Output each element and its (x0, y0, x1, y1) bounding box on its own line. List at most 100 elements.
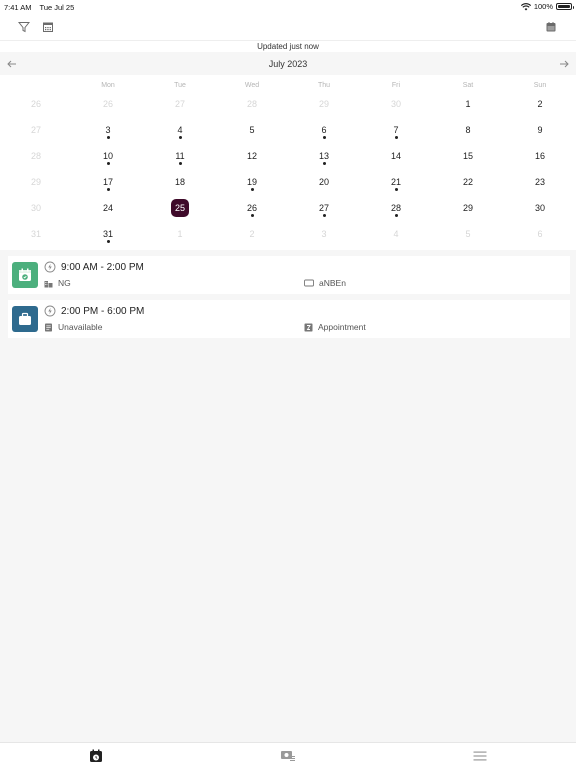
calendar-view-button[interactable] (39, 18, 57, 36)
day-number: 16 (534, 151, 545, 161)
week-row: 26 26 27 28 29 30 1 2 (0, 95, 576, 121)
empty-indicator (539, 188, 542, 191)
day-cell[interactable]: 2 (504, 95, 576, 121)
day-cell[interactable]: 11 (144, 147, 216, 173)
day-number: 13 (318, 151, 329, 161)
day-number: 5 (249, 125, 255, 135)
day-cell[interactable]: 5 (432, 225, 504, 251)
weekday-header: Mon Tue Wed Thu Fri Sat Sun (0, 75, 576, 95)
day-cell[interactable]: 8 (432, 121, 504, 147)
day-cell[interactable]: 4 (144, 121, 216, 147)
document-icon (45, 323, 52, 331)
day-cell[interactable]: 1 (432, 95, 504, 121)
event-indicator-dot (178, 162, 182, 165)
filter-button[interactable] (15, 18, 33, 36)
empty-indicator (179, 240, 182, 243)
day-cell[interactable]: 9 (504, 121, 576, 147)
day-cell[interactable]: 19 (216, 173, 288, 199)
calendar-icon (546, 22, 556, 32)
weekday-label: Sat (462, 81, 474, 89)
day-cell[interactable]: 30 (504, 199, 576, 225)
empty-indicator (107, 214, 110, 217)
day-cell[interactable]: 29 (432, 199, 504, 225)
day-cell[interactable]: 28 (216, 95, 288, 121)
day-number: 9 (537, 125, 543, 135)
event-indicator-dot (322, 136, 326, 139)
today-button[interactable] (542, 18, 560, 36)
week-number-text: 27 (30, 125, 41, 135)
day-cell[interactable]: 6 (288, 121, 360, 147)
event-indicator-dot (106, 240, 110, 243)
day-cell[interactable]: 13 (288, 147, 360, 173)
day-number: 19 (246, 177, 257, 187)
day-cell[interactable]: 15 (432, 147, 504, 173)
day-number: 7 (393, 125, 399, 135)
weekday-label: Tue (174, 81, 186, 89)
week-number-text: 30 (30, 203, 41, 213)
event-type-badge (12, 306, 38, 332)
week-number-text: 29 (30, 177, 41, 187)
tab-payroll[interactable] (279, 748, 297, 764)
day-cell[interactable]: 30 (360, 95, 432, 121)
empty-indicator (539, 136, 542, 139)
event-card[interactable]: 2:00 PM - 6:00 PM Unavailable Appointmen… (8, 300, 570, 338)
day-number: 1 (465, 99, 471, 109)
day-cell[interactable]: 17 (72, 173, 144, 199)
day-cell[interactable]: 26 (216, 199, 288, 225)
event-time: 9:00 AM - 2:00 PM (61, 262, 144, 273)
tab-bar (0, 742, 576, 768)
event-indicator-dot (322, 214, 326, 217)
day-cell[interactable]: 20 (288, 173, 360, 199)
day-cell-today[interactable]: 25 (144, 199, 216, 225)
day-cell[interactable]: 24 (72, 199, 144, 225)
tab-schedule[interactable] (87, 748, 105, 764)
event-location: NG (44, 278, 71, 288)
day-cell[interactable]: 3 (72, 121, 144, 147)
empty-indicator (251, 136, 254, 139)
event-detail: aNBEn (304, 278, 346, 288)
day-cell[interactable]: 27 (288, 199, 360, 225)
event-indicator-dot (394, 214, 398, 217)
empty-indicator (323, 110, 326, 113)
day-cell[interactable]: 1 (144, 225, 216, 251)
weekday-label: Sun (533, 81, 547, 89)
empty-indicator (539, 110, 542, 113)
day-cell[interactable]: 16 (504, 147, 576, 173)
day-cell[interactable]: 14 (360, 147, 432, 173)
day-cell[interactable]: 22 (432, 173, 504, 199)
day-number: 21 (390, 177, 401, 187)
tag-icon (304, 279, 314, 287)
day-cell[interactable]: 4 (360, 225, 432, 251)
day-cell[interactable]: 21 (360, 173, 432, 199)
day-cell[interactable]: 2 (216, 225, 288, 251)
day-cell[interactable]: 18 (144, 173, 216, 199)
event-card[interactable]: 9:00 AM - 2:00 PM NG aNBEn (8, 256, 570, 294)
empty-indicator (539, 214, 542, 217)
arrow-right-icon (560, 60, 569, 68)
day-cell[interactable]: 26 (72, 95, 144, 121)
day-cell[interactable]: 29 (288, 95, 360, 121)
day-number: 11 (175, 151, 185, 161)
month-title: July 2023 (268, 59, 308, 69)
day-cell[interactable]: 3 (288, 225, 360, 251)
day-cell[interactable]: 10 (72, 147, 144, 173)
event-indicator-dot (322, 162, 326, 165)
battery-icon (556, 3, 574, 10)
next-month-button[interactable] (555, 56, 573, 72)
day-cell[interactable]: 28 (360, 199, 432, 225)
event-type-badge (12, 262, 38, 288)
week-row: 31 31 1 2 3 4 5 6 (0, 225, 576, 251)
tab-menu[interactable] (471, 748, 489, 764)
day-cell[interactable]: 6 (504, 225, 576, 251)
calendar-clock-icon (90, 749, 102, 762)
day-number: 20 (318, 177, 329, 187)
day-cell[interactable]: 31 (72, 225, 144, 251)
day-cell[interactable]: 7 (360, 121, 432, 147)
day-number: 23 (534, 177, 545, 187)
day-cell[interactable]: 12 (216, 147, 288, 173)
day-cell[interactable]: 23 (504, 173, 576, 199)
day-number: 28 (390, 203, 401, 213)
day-cell[interactable]: 5 (216, 121, 288, 147)
day-cell[interactable]: 27 (144, 95, 216, 121)
week-number: 29 (0, 173, 72, 199)
